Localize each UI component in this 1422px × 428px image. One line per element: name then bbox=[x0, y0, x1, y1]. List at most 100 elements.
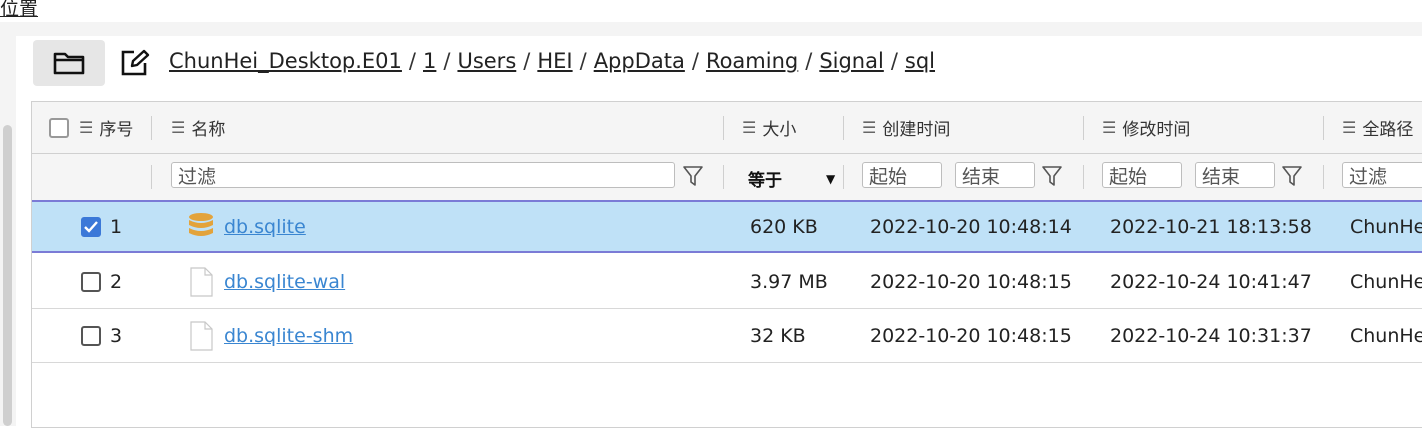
row-created: 2022-10-20 10:48:15 bbox=[870, 324, 1072, 347]
location-label: 位置 bbox=[0, 0, 39, 20]
row-created: 2022-10-20 10:48:14 bbox=[870, 215, 1072, 238]
breadcrumb-separator: / bbox=[805, 49, 813, 73]
row-fullpath: ChunHe bbox=[1350, 324, 1422, 347]
column-divider[interactable] bbox=[843, 116, 844, 140]
check-icon bbox=[84, 220, 98, 233]
row-fullpath: ChunHe bbox=[1350, 215, 1422, 238]
header-size-label: 大小 bbox=[762, 120, 797, 140]
table-header: ☰ 序号 ☰ 名称 ☰ 大小 ☰ 创建时间 ☰ 修改时间 ☰ 全路径 bbox=[32, 102, 1422, 154]
breadcrumb-item-hei[interactable]: HEI bbox=[537, 49, 572, 73]
breadcrumb-item-image[interactable]: ChunHei_Desktop.E01 bbox=[169, 49, 402, 73]
header-modified-label: 修改时间 bbox=[1122, 120, 1191, 140]
row-index-cell: 2 bbox=[81, 255, 122, 308]
row-modified: 2022-10-24 10:31:37 bbox=[1110, 324, 1312, 347]
header-size[interactable]: ☰ 大小 bbox=[742, 102, 796, 153]
file-name-link[interactable]: db.sqlite-wal bbox=[224, 271, 345, 293]
path-toolbar: ChunHei_Desktop.E01 / 1 / Users / HEI / … bbox=[16, 36, 1422, 98]
left-scrollbar[interactable] bbox=[3, 125, 12, 426]
fullpath-filter-input[interactable]: 过滤 bbox=[1342, 162, 1422, 188]
row-size: 3.97 MB bbox=[750, 270, 828, 293]
edit-path-icon[interactable] bbox=[120, 49, 150, 77]
column-menu-icon[interactable]: ☰ bbox=[1342, 118, 1356, 137]
filter-icon[interactable] bbox=[1041, 164, 1063, 188]
row-size: 32 KB bbox=[750, 324, 806, 347]
breadcrumb-item-users[interactable]: Users bbox=[457, 49, 516, 73]
column-menu-icon[interactable]: ☰ bbox=[862, 118, 876, 137]
row-name-cell: db.sqlite-wal bbox=[188, 255, 345, 308]
breadcrumb-item-sql[interactable]: sql bbox=[905, 49, 935, 73]
breadcrumb-item-signal[interactable]: Signal bbox=[819, 49, 884, 73]
row-modified: 2022-10-21 18:13:58 bbox=[1110, 215, 1312, 238]
breadcrumb: ChunHei_Desktop.E01 / 1 / Users / HEI / … bbox=[169, 49, 935, 73]
header-modified[interactable]: ☰ 修改时间 bbox=[1102, 102, 1190, 153]
column-menu-icon[interactable]: ☰ bbox=[1102, 118, 1116, 137]
breadcrumb-separator: / bbox=[579, 49, 587, 73]
row-index-cell: 1 bbox=[81, 202, 122, 251]
column-divider bbox=[1083, 165, 1084, 189]
breadcrumb-separator: / bbox=[890, 49, 898, 73]
name-filter-input[interactable]: 过滤 bbox=[171, 162, 675, 188]
file-icon bbox=[190, 266, 213, 297]
row-created: 2022-10-20 10:48:15 bbox=[870, 270, 1072, 293]
column-divider bbox=[723, 165, 724, 189]
column-divider[interactable] bbox=[151, 116, 152, 140]
row-checkbox[interactable] bbox=[81, 271, 101, 292]
top-band bbox=[16, 22, 1422, 36]
modified-end-input[interactable]: 结束 bbox=[1195, 162, 1275, 188]
filter-row: 过滤 等于 ▼ 起始 结束 起始 结束 过滤 bbox=[32, 154, 1422, 201]
column-menu-icon[interactable]: ☰ bbox=[79, 118, 93, 137]
column-divider bbox=[843, 165, 844, 189]
file-name-link[interactable]: db.sqlite bbox=[224, 216, 306, 238]
file-name-link[interactable]: db.sqlite-shm bbox=[224, 325, 353, 347]
breadcrumb-separator: / bbox=[443, 49, 451, 73]
row-checkbox[interactable] bbox=[81, 325, 101, 346]
row-name-cell: db.sqlite-shm bbox=[188, 309, 353, 362]
created-end-input[interactable]: 结束 bbox=[955, 162, 1035, 188]
created-start-input[interactable]: 起始 bbox=[862, 162, 942, 188]
breadcrumb-item-roaming[interactable]: Roaming bbox=[706, 49, 798, 73]
row-index: 1 bbox=[110, 215, 123, 238]
row-fullpath: ChunHe bbox=[1350, 270, 1422, 293]
size-operator-select[interactable]: 等于 ▼ bbox=[748, 166, 835, 191]
column-menu-icon[interactable]: ☰ bbox=[171, 118, 185, 137]
filter-icon[interactable] bbox=[682, 164, 704, 188]
file-icon bbox=[190, 320, 213, 351]
breadcrumb-separator: / bbox=[523, 49, 531, 73]
folder-icon bbox=[53, 52, 85, 75]
column-divider bbox=[1323, 165, 1324, 189]
header-created-label: 创建时间 bbox=[882, 120, 951, 140]
breadcrumb-item-appdata[interactable]: AppData bbox=[594, 49, 685, 73]
select-all-checkbox[interactable] bbox=[49, 117, 69, 138]
size-operator-value: 等于 bbox=[748, 171, 782, 191]
header-fullpath-label: 全路径 bbox=[1362, 120, 1414, 140]
column-menu-icon[interactable]: ☰ bbox=[742, 118, 756, 137]
row-checkbox[interactable] bbox=[81, 216, 101, 237]
breadcrumb-item-partition[interactable]: 1 bbox=[423, 49, 436, 73]
database-icon bbox=[189, 212, 213, 236]
column-divider[interactable] bbox=[1323, 116, 1324, 140]
header-index-label: 序号 bbox=[99, 120, 134, 140]
table-row[interactable]: 1 db.sqlite 620 KB 2022-10-20 10:48:14 2… bbox=[32, 200, 1422, 253]
header-index[interactable]: ☰ 序号 bbox=[49, 102, 133, 153]
header-name-label: 名称 bbox=[191, 120, 226, 140]
dropdown-arrow-icon: ▼ bbox=[826, 171, 836, 186]
row-index-cell: 3 bbox=[81, 309, 122, 362]
header-created[interactable]: ☰ 创建时间 bbox=[862, 102, 950, 153]
column-divider[interactable] bbox=[723, 116, 724, 140]
filter-icon[interactable] bbox=[1281, 164, 1303, 188]
file-table: ☰ 序号 ☰ 名称 ☰ 大小 ☰ 创建时间 ☰ 修改时间 ☰ 全路径 过滤 等于… bbox=[31, 101, 1422, 428]
row-name-cell: db.sqlite bbox=[188, 202, 306, 251]
column-divider[interactable] bbox=[1083, 116, 1084, 140]
header-fullpath[interactable]: ☰ 全路径 bbox=[1342, 102, 1413, 153]
header-name[interactable]: ☰ 名称 bbox=[171, 102, 225, 153]
breadcrumb-separator: / bbox=[408, 49, 416, 73]
row-size: 620 KB bbox=[750, 215, 818, 238]
table-row[interactable]: 2 db.sqlite-wal 3.97 MB 2022-10-20 10:48… bbox=[32, 255, 1422, 309]
column-divider bbox=[151, 165, 152, 189]
breadcrumb-separator: / bbox=[691, 49, 699, 73]
modified-start-input[interactable]: 起始 bbox=[1102, 162, 1182, 188]
table-row[interactable]: 3 db.sqlite-shm 32 KB 2022-10-20 10:48:1… bbox=[32, 309, 1422, 363]
row-index: 2 bbox=[110, 270, 123, 293]
row-index: 3 bbox=[110, 324, 123, 347]
open-folder-button[interactable] bbox=[33, 40, 105, 86]
